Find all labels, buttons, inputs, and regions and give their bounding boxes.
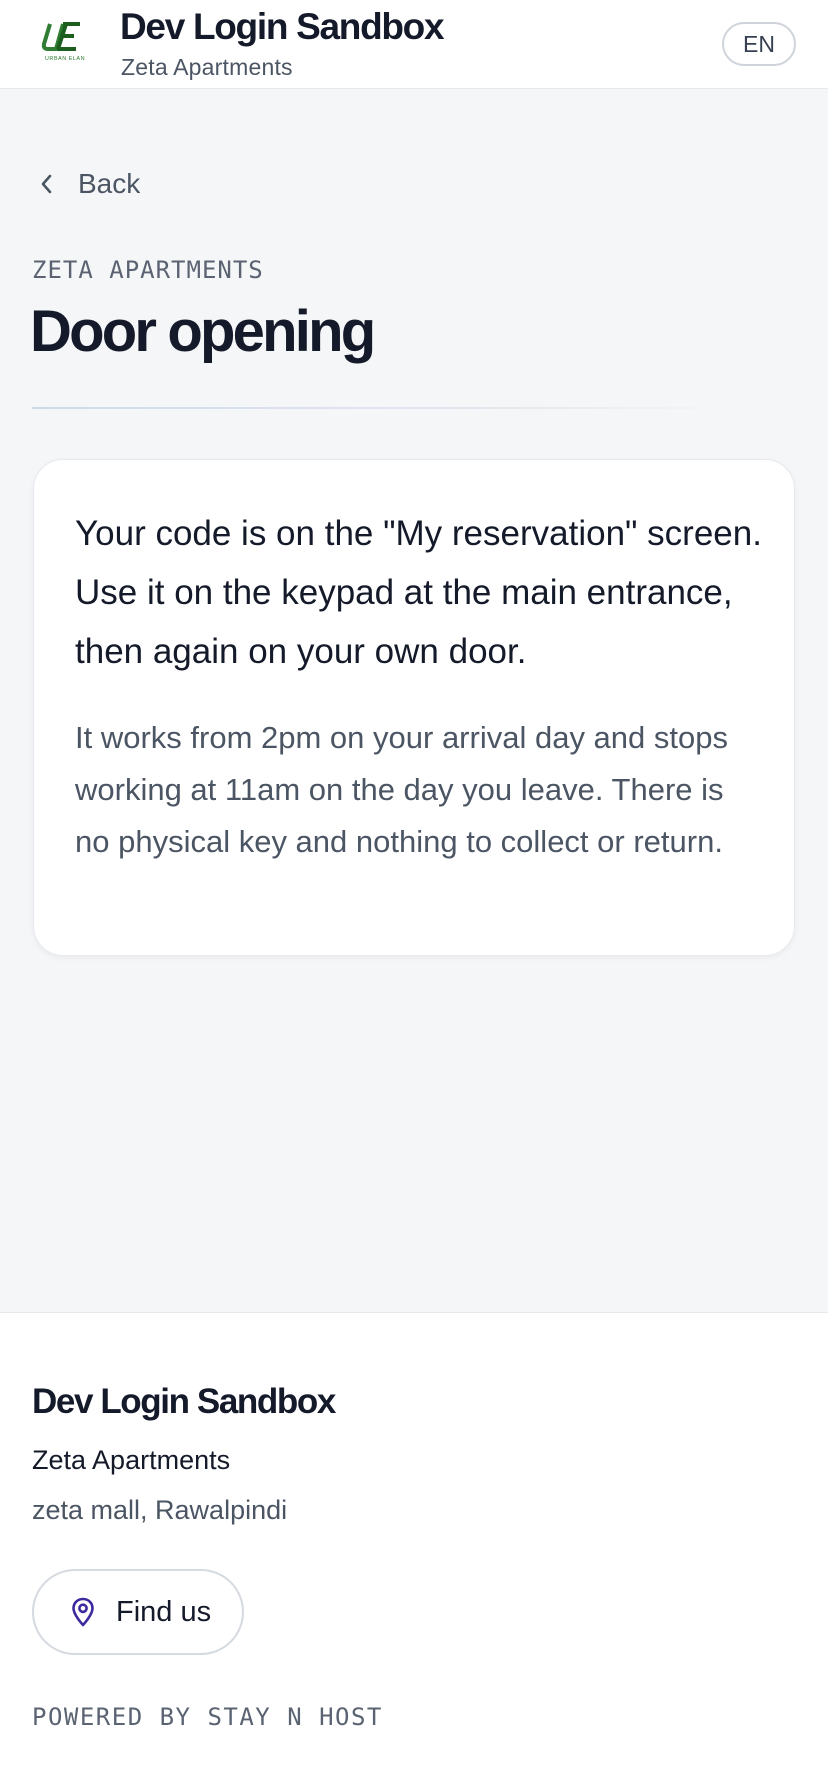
chevron-left-icon (41, 174, 52, 194)
back-button[interactable]: Back (36, 164, 140, 204)
language-switcher-button[interactable]: EN (722, 22, 796, 66)
app-header: URBAN ELAN Dev Login Sandbox Zeta Apartm… (0, 0, 828, 89)
powered-by-text: POWERED BY STAY N HOST (32, 1703, 383, 1731)
find-us-label: Find us (116, 1595, 212, 1628)
footer-address: zeta mall, Rawalpindi (32, 1495, 288, 1525)
brand-title: Dev Login Sandbox (120, 6, 445, 47)
urban-elan-logo: URBAN ELAN (36, 18, 94, 64)
divider (32, 407, 742, 409)
page-title: Door opening (30, 299, 376, 364)
info-card: Your code is on the "My reservation" scr… (33, 459, 795, 956)
svg-text:URBAN ELAN: URBAN ELAN (45, 56, 85, 62)
find-us-button[interactable]: Find us (32, 1569, 244, 1655)
property-eyebrow: ZETA APARTMENTS (32, 256, 264, 284)
footer-title: Dev Login Sandbox (32, 1382, 336, 1421)
map-pin-icon (72, 1597, 94, 1627)
card-lead-text: Your code is on the "My reservation" scr… (75, 514, 762, 671)
footer-property-name: Zeta Apartments (32, 1445, 231, 1475)
footer: Dev Login Sandbox Zeta Apartments zeta m… (0, 1312, 828, 1792)
card-body-text: It works from 2pm on your arrival day an… (75, 720, 728, 859)
back-label: Back (78, 168, 141, 199)
brand-subtitle: Zeta Apartments (121, 54, 293, 80)
